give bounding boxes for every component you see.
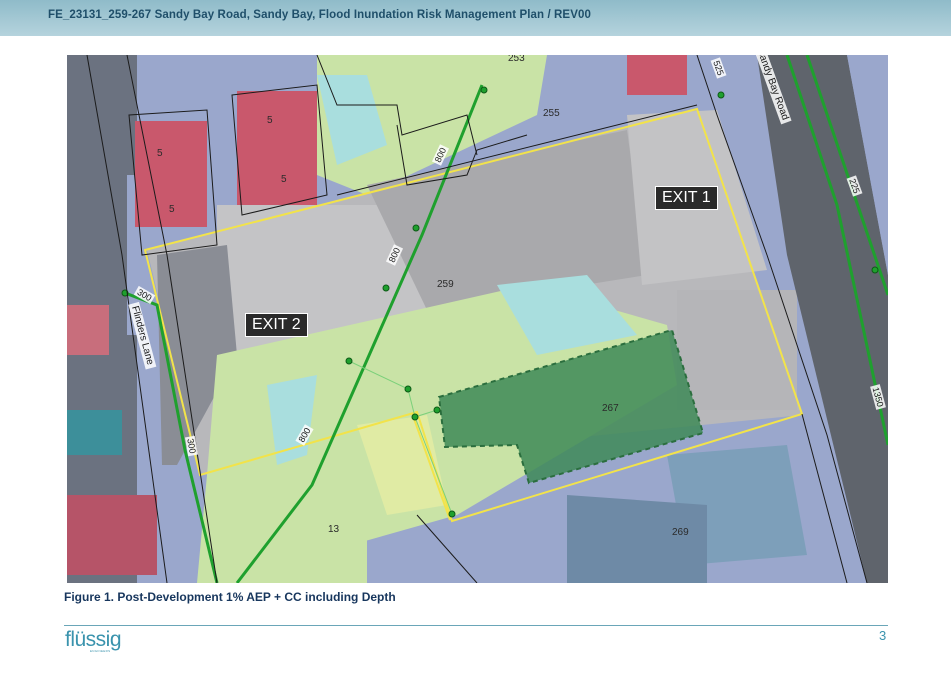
lot-label-259: 259 xyxy=(437,279,454,290)
lot-label-269: 269 xyxy=(672,527,689,538)
lot-label-267: 267 xyxy=(602,403,619,414)
lot-label-13: 13 xyxy=(328,524,340,535)
lot-label-5a: 5 xyxy=(157,148,163,159)
exit-2-label: EXIT 2 xyxy=(245,313,308,337)
footer-divider xyxy=(64,625,888,626)
lot-label-255: 255 xyxy=(543,108,560,119)
roof-red-left xyxy=(67,305,109,355)
roof-red-bottom-left xyxy=(67,495,157,575)
flussig-logo-subtitle: ENGINEERS xyxy=(90,649,111,653)
roof-red-top xyxy=(627,55,687,95)
figure-caption: Figure 1. Post-Development 1% AEP + CC i… xyxy=(64,590,396,604)
page-number: 3 xyxy=(879,628,887,643)
lot-label-5d: 5 xyxy=(281,174,287,185)
roof-teal-left xyxy=(67,410,122,455)
lot-label-5c: 5 xyxy=(267,115,273,126)
lot-label-253: 253 xyxy=(508,55,525,64)
flood-depth-map: EXIT 1 EXIT 2 253 255 259 267 269 13 5 5… xyxy=(67,55,888,583)
map-canvas xyxy=(67,55,888,583)
roof-lot5-right xyxy=(237,91,317,207)
roof-blue-bottom xyxy=(567,495,707,583)
exit-1-label: EXIT 1 xyxy=(655,186,718,210)
lot-label-5b: 5 xyxy=(169,204,175,215)
document-title: FE_23131_259-267 Sandy Bay Road, Sandy B… xyxy=(48,9,591,21)
